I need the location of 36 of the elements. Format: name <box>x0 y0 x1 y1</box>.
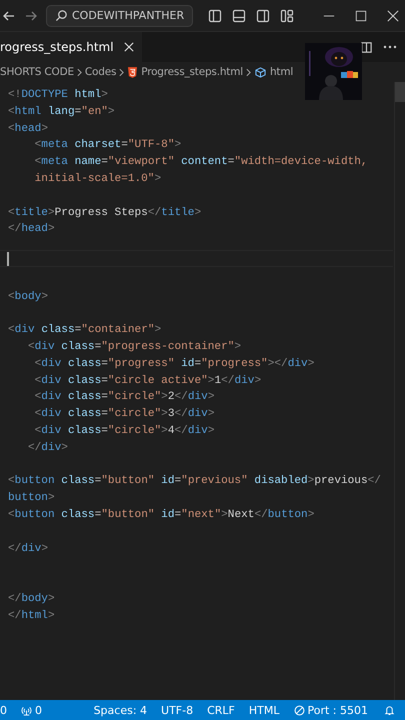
code-line: <div class="circle">3</div> <box>34 408 214 420</box>
code-line: <head> <box>8 122 48 135</box>
search-field[interactable]: CODEWITHPANTHER <box>46 4 194 26</box>
ports-count[interactable]: 0 <box>35 704 42 716</box>
code-line: <button class="button" id="previous" disabled>previous</ <box>8 475 381 488</box>
code-line: <!DOCTYPE html> <box>8 89 108 101</box>
code-line: </div> <box>8 542 48 555</box>
status-item[interactable]: UTF-8 <box>161 704 194 716</box>
breadcrumb-item[interactable]: Codes <box>84 66 116 78</box>
code-line: </div> <box>26 442 68 454</box>
breadcrumb-item[interactable]: SHORTS CODE <box>0 66 74 78</box>
code-line: <div class="circle">4</div> <box>34 424 214 437</box>
code-line: <div class="progress-container"> <box>26 340 242 353</box>
code-line: <button class="button" id="next">Next</button> <box>8 508 314 521</box>
code-line: initial-scale=1.0"> <box>34 172 162 185</box>
code-line: <div class="circle active">1</div> <box>34 374 262 387</box>
problems-count[interactable]: 0 <box>0 704 7 716</box>
code-line: button> <box>8 492 55 504</box>
code-line: <meta name="viewport" content="width=device-width, <box>34 156 368 168</box>
code-line: </head> <box>8 223 55 236</box>
status-item[interactable]: HTML <box>248 704 280 716</box>
code-line: <div class="container"> <box>8 324 162 336</box>
status-item[interactable]: Spaces: 4 <box>94 704 148 716</box>
breadcrumb-item[interactable]: html <box>270 66 294 78</box>
code-line: </body> <box>8 592 55 605</box>
editor-tab[interactable]: rogress_steps.html <box>0 32 142 62</box>
code-line: <div class="circle">2</div> <box>34 391 214 404</box>
breadcrumb-item[interactable]: Progress_steps.html <box>141 66 243 78</box>
live-server-button[interactable]: Port : 5501 <box>294 704 368 716</box>
code-line: <meta charset="UTF-8"> <box>34 139 182 152</box>
code-line: </html> <box>8 610 55 622</box>
code-line: <div class="progress" id="progress"></div> <box>34 358 314 370</box>
code-line: <body> <box>8 290 48 303</box>
code-line: <html lang="en"> <box>8 106 115 118</box>
status-item[interactable]: CRLF <box>207 704 235 716</box>
code-line: <title>Progress Steps</title> <box>8 206 202 219</box>
